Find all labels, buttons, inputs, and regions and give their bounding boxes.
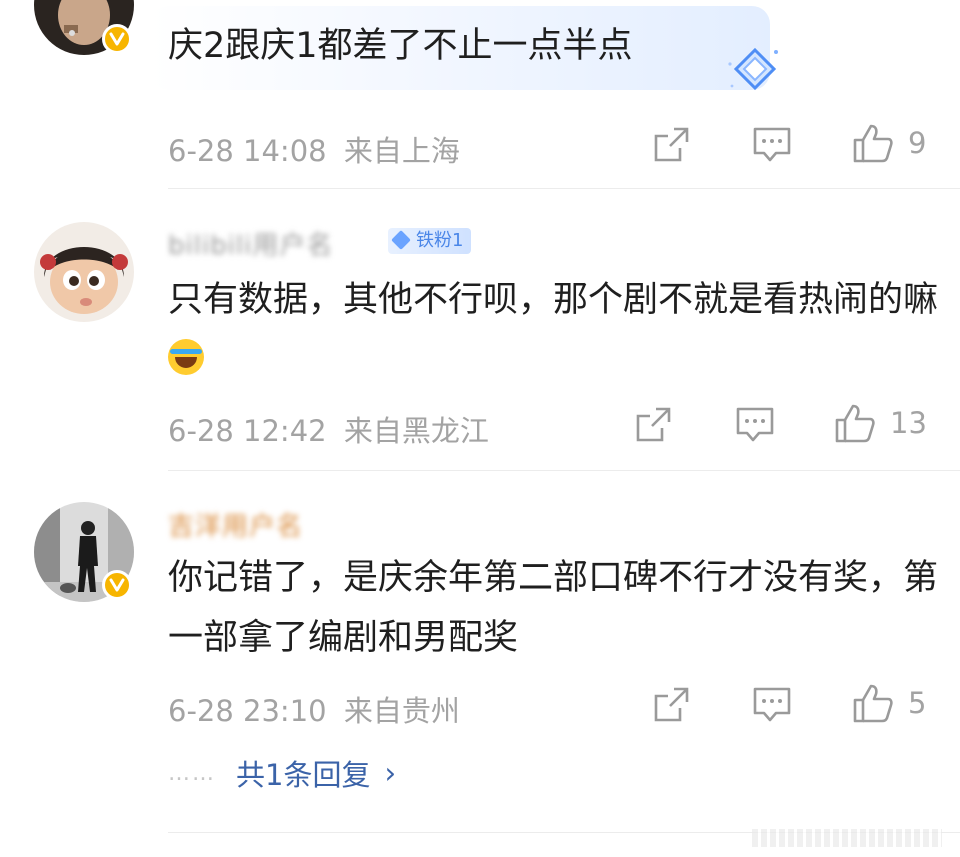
username[interactable]: 吉洋用户名 (168, 506, 303, 543)
view-replies-link[interactable]: …… 共1条回复 › (168, 752, 396, 794)
share-button[interactable] (652, 686, 690, 724)
share-button[interactable] (652, 126, 690, 164)
comment-icon (753, 127, 791, 162)
avatar[interactable] (34, 222, 134, 322)
timestamp: 6-28 12:42 (168, 414, 327, 448)
comment-icon (753, 687, 791, 722)
comment-1: 庆2跟庆1都差了不止一点半点 6-28 14:08 来自上海 9 (0, 0, 960, 190)
like-count: 9 (908, 126, 927, 160)
comment-button[interactable] (752, 126, 792, 164)
location: 来自贵州 (343, 694, 460, 728)
comment-icon (736, 407, 774, 442)
share-icon (654, 687, 689, 722)
comment-2: bilibili用户名 铁粉1 只有数据，其他不行呗，那个剧不就是看热闹的嘛 6… (0, 190, 960, 470)
like-icon (835, 404, 875, 443)
verified-v-icon (102, 570, 132, 600)
comment-meta: 6-28 14:08 来自上海 (168, 128, 460, 170)
location: 来自上海 (343, 134, 460, 168)
replies-dots: …… (168, 760, 216, 786)
like-button[interactable]: 13 (834, 402, 927, 444)
username[interactable]: bilibili用户名 (168, 225, 333, 262)
fan-badge: 铁粉1 (388, 228, 472, 254)
timestamp: 6-28 14:08 (168, 134, 327, 168)
comment-meta: 6-28 12:42 来自黑龙江 (168, 408, 489, 450)
comment-button[interactable] (735, 406, 775, 444)
replies-label: 共1条回复 (236, 758, 371, 792)
comment-meta: 6-28 23:10 来自贵州 (168, 688, 460, 730)
fan-badge-label: 铁粉1 (416, 230, 464, 251)
like-button[interactable]: 9 (852, 122, 926, 164)
share-button[interactable] (634, 406, 672, 444)
like-button[interactable]: 5 (852, 682, 926, 724)
like-count: 5 (908, 686, 927, 720)
chevron-right-icon: › (384, 756, 397, 790)
comment-text: 庆2跟庆1都差了不止一点半点 (168, 26, 633, 66)
laugh-cry-emoji-icon (168, 339, 204, 375)
comment-text: 只有数据，其他不行呗，那个剧不就是看热闹的嘛 (168, 270, 938, 390)
comment-button[interactable] (752, 686, 792, 724)
like-count: 13 (890, 406, 927, 440)
like-icon (853, 124, 893, 163)
timestamp: 6-28 23:10 (168, 694, 327, 728)
share-icon (654, 127, 689, 162)
comment-text: 你记错了，是庆余年第二部口碑不行才没有奖，第一部拿了编剧和男配奖 (168, 558, 939, 658)
watermark (752, 829, 942, 847)
divider (168, 188, 960, 189)
like-icon (853, 684, 893, 723)
location: 来自黑龙江 (343, 414, 489, 448)
comment-text-body: 只有数据，其他不行呗，那个剧不就是看热闹的嘛 (168, 280, 939, 320)
diamond-icon (722, 44, 788, 98)
fan-badge-icon (391, 230, 411, 250)
share-icon (636, 407, 671, 442)
comment-3: 吉洋用户名 你记错了，是庆余年第二部口碑不行才没有奖，第一部拿了编剧和男配奖 6… (0, 470, 960, 840)
verified-v-icon (102, 24, 132, 54)
